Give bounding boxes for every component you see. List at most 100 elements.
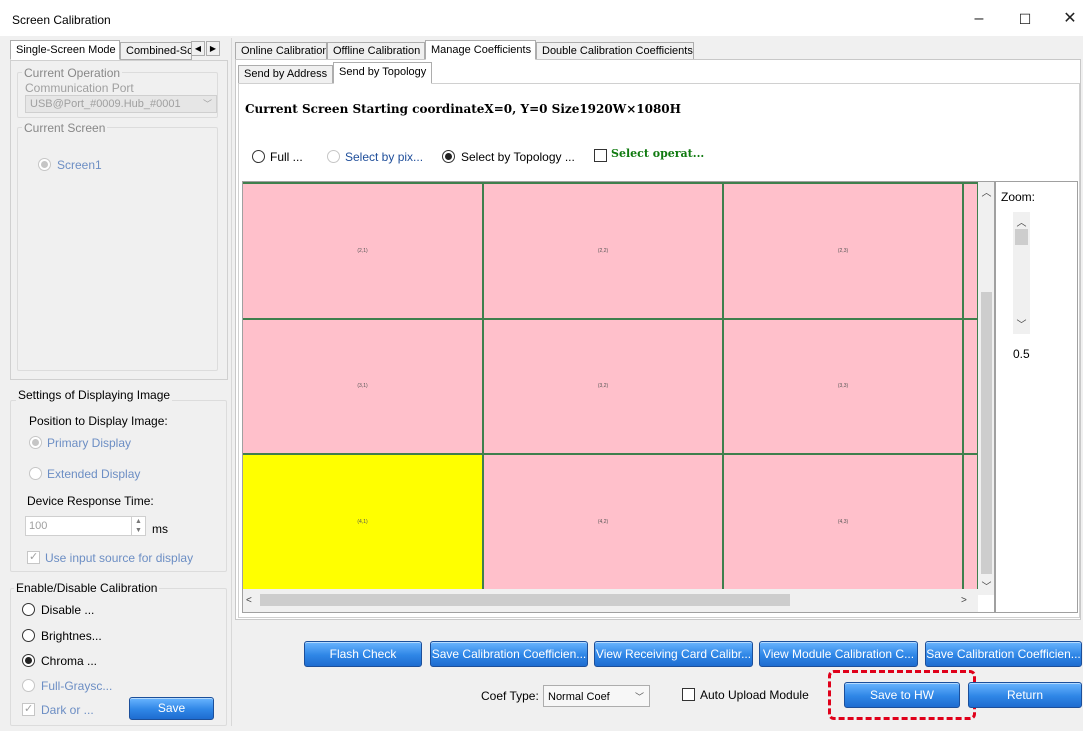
grid-cell-partial[interactable] bbox=[964, 184, 979, 320]
auto-upload-checkbox[interactable] bbox=[682, 688, 695, 701]
maximize-button[interactable]: ☐ bbox=[1010, 6, 1040, 32]
response-unit: ms bbox=[152, 522, 168, 536]
communication-port-label: Communication Port bbox=[25, 81, 134, 95]
subtab-send-by-address[interactable]: Send by Address bbox=[238, 65, 333, 84]
window-title: Screen Calibration bbox=[12, 13, 111, 27]
select-topology-radio[interactable] bbox=[442, 150, 455, 163]
extended-display-radio[interactable] bbox=[29, 467, 42, 480]
return-button[interactable]: Return bbox=[968, 682, 1082, 708]
select-full-radio[interactable] bbox=[252, 150, 265, 163]
grid-cell[interactable]: (2,1) bbox=[243, 184, 484, 320]
flash-check-button[interactable]: Flash Check bbox=[304, 641, 422, 667]
screen1-label: Screen1 bbox=[57, 158, 102, 172]
grid-cell[interactable]: (4,3) bbox=[724, 455, 964, 591]
save-calibration-coefficients-button[interactable]: Save Calibration Coefficien... bbox=[430, 641, 588, 667]
zoom-slider[interactable]: ︿ ﹀ bbox=[1013, 212, 1030, 334]
save-to-hw-button[interactable]: Save to HW bbox=[844, 682, 960, 708]
spinner-icon[interactable]: ▲ ▼ bbox=[131, 517, 145, 535]
grid-cell[interactable]: (4,2) bbox=[484, 455, 724, 591]
grid-cell[interactable]: (2,3) bbox=[724, 184, 964, 320]
grid-cell-selected[interactable]: (4,1) bbox=[243, 455, 484, 591]
zoom-down-icon[interactable]: ﹀ bbox=[1013, 316, 1030, 331]
use-input-source-label: Use input source for display bbox=[45, 551, 194, 565]
tab-offline-calibration[interactable]: Offline Calibration bbox=[327, 42, 425, 60]
horizontal-scroll-thumb[interactable] bbox=[260, 594, 790, 606]
auto-upload-label: Auto Upload Module bbox=[700, 688, 809, 702]
screen-info-text: Current Screen Starting coordinateX=0, Y… bbox=[245, 102, 681, 116]
scroll-left-icon[interactable]: < bbox=[246, 595, 252, 606]
position-label: Position to Display Image: bbox=[29, 414, 168, 428]
zoom-panel: Zoom: ︿ ﹀ 0.5 bbox=[995, 181, 1078, 613]
zoom-value: 0.5 bbox=[1013, 347, 1030, 361]
chevron-down-icon: ﹀ bbox=[634, 692, 644, 702]
display-settings-legend: Settings of Displaying Image bbox=[16, 388, 173, 402]
response-time-label: Device Response Time: bbox=[27, 494, 154, 508]
grid-cell[interactable]: (2,2) bbox=[484, 184, 724, 320]
select-operation-checkbox[interactable] bbox=[594, 149, 607, 162]
tab-scroll-right-icon[interactable]: ▶ bbox=[206, 41, 220, 56]
dark-checkbox[interactable] bbox=[22, 702, 35, 716]
brightness-radio[interactable] bbox=[22, 629, 35, 642]
calibration-save-button[interactable]: Save bbox=[129, 697, 214, 720]
coef-type-value: Normal Coef bbox=[548, 691, 610, 703]
response-time-input[interactable]: 100 ▲ ▼ bbox=[25, 516, 146, 536]
communication-port-select[interactable]: USB@Port_#0009.Hub_#0001 ﹀ bbox=[25, 95, 217, 113]
view-receiving-card-button[interactable]: View Receiving Card Calibr... bbox=[594, 641, 753, 667]
chroma-label: Chroma ... bbox=[41, 654, 98, 668]
chevron-down-icon: ﹀ bbox=[202, 99, 212, 109]
response-time-value: 100 bbox=[29, 520, 48, 532]
select-topology-label: Select by Topology ... bbox=[461, 150, 575, 164]
grid-cell[interactable]: (3,3) bbox=[724, 320, 964, 455]
tab-double-calibration[interactable]: Double Calibration Coefficients bbox=[536, 42, 694, 60]
tab-combined-screen[interactable]: Combined-Sc bbox=[120, 42, 192, 60]
subtab-send-by-topology[interactable]: Send by Topology bbox=[333, 62, 432, 84]
calibration-legend: Enable/Disable Calibration bbox=[14, 581, 160, 595]
grid-cell-partial[interactable] bbox=[964, 455, 979, 591]
grid-cell[interactable]: (3,1) bbox=[243, 320, 484, 455]
scroll-right-icon[interactable]: > bbox=[961, 595, 967, 606]
brightness-label: Brightnes... bbox=[41, 629, 102, 643]
tab-single-screen[interactable]: Single-Screen Mode bbox=[10, 40, 120, 60]
tab-online-calibration[interactable]: Online Calibration bbox=[235, 42, 327, 60]
disable-label: Disable ... bbox=[41, 603, 95, 617]
select-full-label: Full ... bbox=[270, 150, 303, 164]
select-pixel-radio[interactable] bbox=[327, 150, 340, 163]
full-grayscale-radio[interactable] bbox=[22, 679, 35, 692]
primary-display-radio[interactable] bbox=[29, 436, 42, 449]
select-pixel-label: Select by pix... bbox=[345, 150, 424, 164]
screen1-radio[interactable] bbox=[38, 158, 51, 171]
scroll-down-icon[interactable]: ﹀ bbox=[978, 578, 994, 593]
title-bar bbox=[0, 0, 1083, 36]
horizontal-scrollbar[interactable]: < > bbox=[243, 589, 978, 612]
tab-scroll-left-icon[interactable]: ◀ bbox=[191, 41, 205, 56]
vertical-scroll-thumb[interactable] bbox=[981, 292, 992, 574]
panel-divider bbox=[231, 38, 232, 726]
tab-manage-coefficients[interactable]: Manage Coefficients bbox=[425, 40, 536, 60]
zoom-up-icon[interactable]: ︿ bbox=[1013, 214, 1030, 229]
close-button[interactable]: ✕ bbox=[1055, 6, 1083, 32]
scroll-up-icon[interactable]: ︿ bbox=[978, 184, 994, 199]
grid-area: (2,1) (2,2) (2,3) (3,1) (3,2) (3,3) (4,1… bbox=[243, 184, 979, 591]
grid-cell-partial[interactable] bbox=[964, 320, 979, 455]
view-module-calibration-button[interactable]: View Module Calibration C... bbox=[759, 641, 918, 667]
current-screen-legend: Current Screen bbox=[22, 121, 108, 135]
grid-viewport: (2,1) (2,2) (2,3) (3,1) (3,2) (3,3) (4,1… bbox=[242, 181, 995, 613]
current-operation-legend: Current Operation bbox=[22, 66, 123, 80]
disable-radio[interactable] bbox=[22, 603, 35, 616]
zoom-thumb[interactable] bbox=[1015, 229, 1028, 245]
dark-label: Dark or ... bbox=[41, 703, 94, 717]
primary-display-label: Primary Display bbox=[47, 436, 132, 450]
use-input-source-checkbox[interactable] bbox=[27, 550, 40, 564]
save-calibration-coefficients-2-button[interactable]: Save Calibration Coefficien... bbox=[925, 641, 1082, 667]
communication-port-value: USB@Port_#0009.Hub_#0001 bbox=[30, 98, 181, 110]
select-operation-label: Select operat... bbox=[611, 147, 705, 160]
chroma-radio[interactable] bbox=[22, 654, 35, 667]
extended-display-label: Extended Display bbox=[47, 467, 141, 481]
minimize-button[interactable]: – bbox=[964, 6, 994, 32]
vertical-scrollbar[interactable]: ︿ ﹀ bbox=[978, 182, 994, 595]
full-grayscale-label: Full-Graysc... bbox=[41, 679, 113, 693]
coef-type-select[interactable]: Normal Coef ﹀ bbox=[543, 685, 650, 707]
zoom-label: Zoom: bbox=[1001, 190, 1036, 204]
coef-type-label: Coef Type: bbox=[481, 689, 539, 703]
grid-cell[interactable]: (3,2) bbox=[484, 320, 724, 455]
